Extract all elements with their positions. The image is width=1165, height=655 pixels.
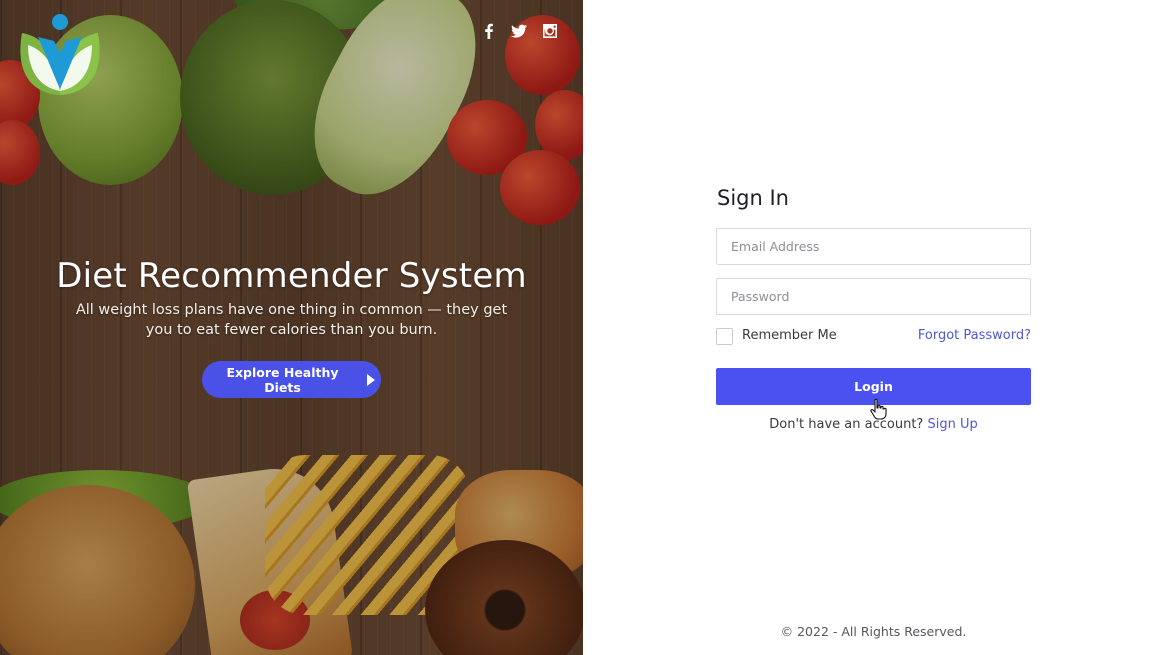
twitter-icon[interactable] bbox=[508, 20, 530, 42]
person-leaf-logo-icon[interactable] bbox=[16, 11, 104, 97]
password-field[interactable] bbox=[716, 278, 1031, 315]
sign-in-title: Sign In bbox=[717, 186, 789, 210]
email-field[interactable] bbox=[716, 228, 1031, 265]
sign-up-link[interactable]: Sign Up bbox=[927, 417, 977, 432]
facebook-icon[interactable] bbox=[478, 20, 500, 42]
remember-me-label: Remember Me bbox=[742, 328, 837, 343]
hero-title: Diet Recommender System bbox=[56, 256, 527, 296]
explore-button-label: Explore Healthy Diets bbox=[226, 364, 339, 395]
footer-copyright: © 2022 - All Rights Reserved. bbox=[780, 624, 967, 639]
explore-healthy-diets-button[interactable]: Explore Healthy Diets bbox=[202, 361, 381, 398]
no-account-text: Don't have an account? bbox=[769, 417, 924, 432]
instagram-icon[interactable] bbox=[539, 20, 561, 42]
hero-panel: Diet Recommender System All weight loss … bbox=[0, 0, 583, 655]
signup-prompt: Don't have an account? Sign Up bbox=[716, 417, 1031, 432]
hero-subtitle: All weight loss plans have one thing in … bbox=[75, 302, 508, 338]
play-icon bbox=[367, 373, 375, 386]
remember-me-checkbox[interactable] bbox=[716, 328, 733, 345]
forgot-password-link[interactable]: Forgot Password? bbox=[918, 328, 1031, 343]
